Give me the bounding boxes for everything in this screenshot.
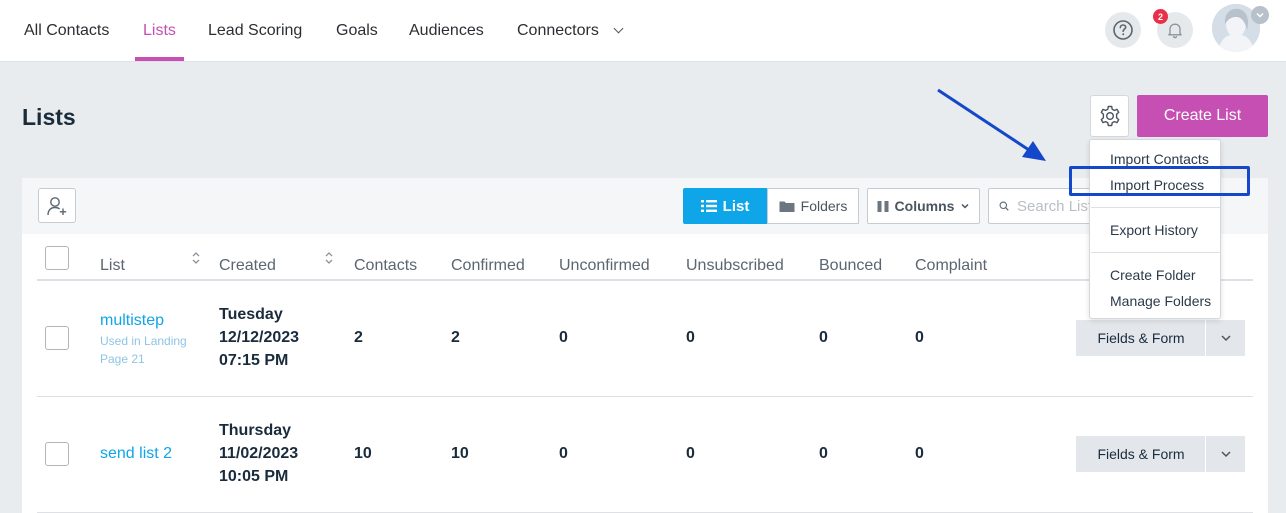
- menu-item-manage-folders[interactable]: Manage Folders: [1110, 293, 1211, 309]
- created-time: 10:05 PM: [219, 468, 289, 485]
- lists-card: List Folders Columns Lis: [22, 178, 1268, 513]
- tab-connectors[interactable]: Connectors: [517, 0, 624, 61]
- chevron-down-icon: [1220, 451, 1231, 458]
- complaint-cell: 0: [915, 329, 924, 346]
- contacts-cell: 10: [354, 445, 372, 462]
- list-view-button[interactable]: List: [683, 188, 767, 224]
- list-name-link[interactable]: multistep: [100, 312, 164, 330]
- fields-form-button[interactable]: Fields & Form: [1076, 436, 1206, 472]
- tab-lists[interactable]: Lists: [135, 0, 184, 61]
- row-divider: [37, 396, 1253, 397]
- create-list-button[interactable]: Create List: [1137, 95, 1268, 137]
- folders-view-label: Folders: [800, 198, 848, 214]
- gear-icon: [1100, 105, 1119, 127]
- column-header-contacts: Contacts: [354, 257, 418, 274]
- confirmed-cell: 10: [451, 445, 469, 462]
- question-circle-icon: [1113, 20, 1133, 40]
- column-header-complaint: Complaint: [915, 257, 988, 274]
- row-actions-dropdown[interactable]: [1205, 320, 1245, 356]
- list-usage-link[interactable]: Used in Landing Page 21: [100, 332, 200, 368]
- chevron-down-icon: [961, 203, 969, 209]
- menu-item-import-contacts[interactable]: Import Contacts: [1110, 151, 1209, 167]
- tab-audiences[interactable]: Audiences: [409, 0, 484, 61]
- account-menu-chevron[interactable]: [1251, 6, 1269, 24]
- tab-connectors-label: Connectors: [517, 21, 599, 39]
- sort-icon[interactable]: [191, 251, 201, 265]
- created-day: Thursday: [219, 422, 292, 439]
- bell-icon: [1168, 23, 1182, 39]
- created-cell: Thursday 11/02/2023 10:05 PM: [219, 419, 298, 488]
- unconfirmed-cell: 0: [559, 329, 568, 346]
- tab-lead-scoring[interactable]: Lead Scoring: [208, 0, 302, 61]
- unsubscribed-cell: 0: [686, 445, 695, 462]
- columns-button[interactable]: Columns: [867, 188, 980, 224]
- top-navigation: All Contacts Lists Lead Scoring Goals Au…: [0, 0, 1286, 62]
- list-name-link[interactable]: send list 2: [100, 445, 172, 463]
- complaint-cell: 0: [915, 445, 924, 462]
- column-header-list[interactable]: List: [100, 257, 125, 275]
- column-header-unsubscribed: Unsubscribed: [686, 257, 784, 274]
- unconfirmed-cell: 0: [559, 445, 568, 462]
- menu-item-create-folder[interactable]: Create Folder: [1110, 267, 1196, 283]
- created-time: 07:15 PM: [219, 352, 289, 369]
- chevron-down-icon: [1256, 12, 1264, 18]
- bounced-cell: 0: [819, 329, 828, 346]
- add-contact-button[interactable]: [38, 188, 76, 223]
- sort-icon[interactable]: [324, 251, 334, 265]
- page-title: Lists: [22, 104, 76, 130]
- columns-label: Columns: [894, 198, 955, 214]
- tab-all-contacts[interactable]: All Contacts: [24, 0, 109, 61]
- menu-item-export-history[interactable]: Export History: [1110, 222, 1198, 238]
- search-icon: [999, 201, 1009, 211]
- list-icon: [700, 200, 717, 212]
- tab-goals[interactable]: Goals: [336, 0, 378, 61]
- chevron-down-icon: [613, 23, 624, 33]
- highlight-box: [1069, 166, 1250, 196]
- row-checkbox[interactable]: [45, 442, 69, 466]
- menu-divider: [1091, 252, 1220, 253]
- select-all-checkbox[interactable]: [45, 246, 69, 270]
- created-date: 11/02/2023: [219, 445, 299, 462]
- fields-form-button[interactable]: Fields & Form: [1076, 320, 1206, 356]
- column-header-created[interactable]: Created: [219, 257, 276, 275]
- chevron-down-icon: [1220, 335, 1231, 342]
- notification-badge: 2: [1153, 9, 1168, 24]
- unsubscribed-cell: 0: [686, 329, 695, 346]
- add-user-icon: [47, 196, 67, 215]
- folder-icon: [779, 201, 795, 212]
- folders-view-button[interactable]: Folders: [767, 188, 859, 224]
- column-header-bounced: Bounced: [819, 257, 883, 274]
- settings-button[interactable]: [1090, 95, 1129, 137]
- bounced-cell: 0: [819, 445, 828, 462]
- created-cell: Tuesday 12/12/2023 07:15 PM: [219, 303, 299, 372]
- column-header-confirmed: Confirmed: [451, 257, 525, 274]
- help-button[interactable]: [1105, 12, 1141, 48]
- columns-icon: [877, 200, 889, 212]
- row-actions-dropdown[interactable]: [1205, 436, 1245, 472]
- created-day: Tuesday: [219, 306, 283, 323]
- contacts-cell: 2: [354, 329, 363, 346]
- list-view-label: List: [722, 197, 750, 215]
- column-header-unconfirmed: Unconfirmed: [559, 257, 650, 274]
- menu-divider: [1091, 207, 1220, 208]
- created-date: 12/12/2023: [219, 329, 300, 346]
- confirmed-cell: 2: [451, 329, 460, 346]
- row-checkbox[interactable]: [45, 326, 69, 350]
- header-divider: [37, 279, 1253, 281]
